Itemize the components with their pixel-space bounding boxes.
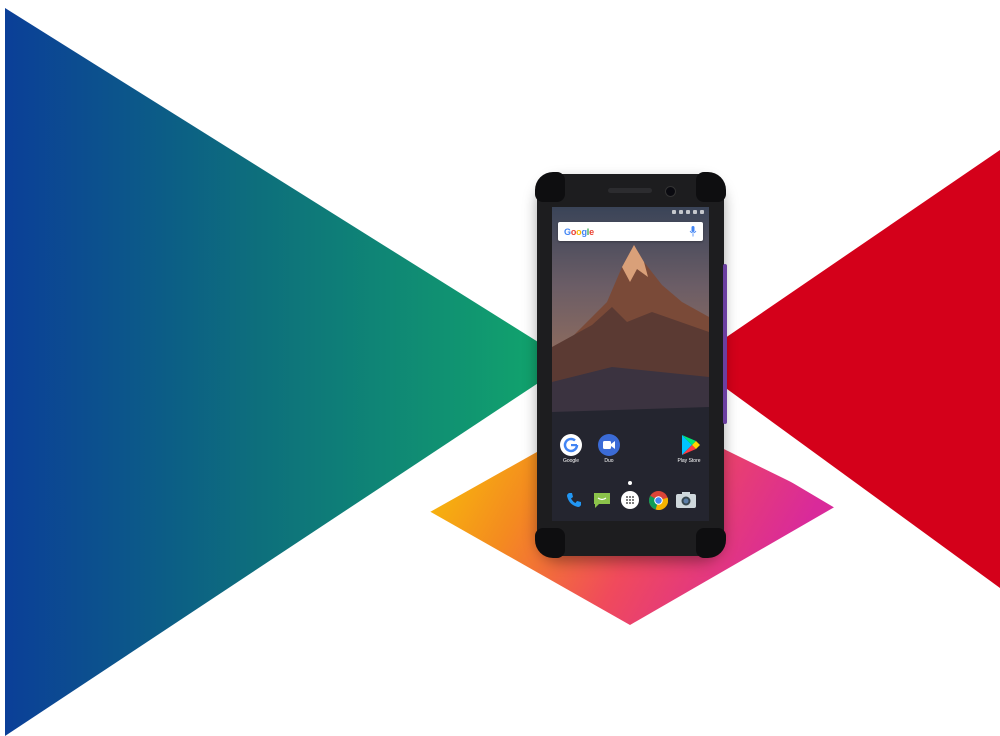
mic-icon[interactable] [689, 226, 697, 237]
app-label-google: Google [562, 458, 580, 464]
app-drawer-icon[interactable] [620, 490, 640, 510]
app-label-play-store: Play Store [677, 458, 701, 464]
play-store-icon[interactable] [679, 434, 701, 456]
duo-icon[interactable] [598, 434, 620, 456]
camera-icon[interactable] [676, 490, 696, 510]
app-label-duo: Duo [604, 458, 614, 464]
phone-icon[interactable] [564, 490, 584, 510]
rugged-phone: Google Google Duo Play Store [535, 172, 727, 558]
mountain-wallpaper [552, 207, 709, 521]
left-triangle-shape [5, 8, 570, 736]
page-indicator [628, 481, 632, 485]
phone-side-accent [723, 264, 727, 424]
product-banner: Google Google Duo Play Store [0, 0, 1000, 736]
messages-icon[interactable] [592, 490, 612, 510]
background-shapes [5, 8, 1000, 736]
google-app-icon[interactable] [560, 434, 582, 456]
google-search-bar[interactable]: Google [558, 222, 703, 241]
earpiece-speaker [608, 188, 652, 193]
status-bar [552, 207, 709, 217]
chrome-icon[interactable] [648, 490, 668, 510]
google-logo: Google [564, 226, 594, 237]
phone-screen: Google Google Duo Play Store [552, 207, 709, 521]
front-camera [665, 186, 676, 197]
